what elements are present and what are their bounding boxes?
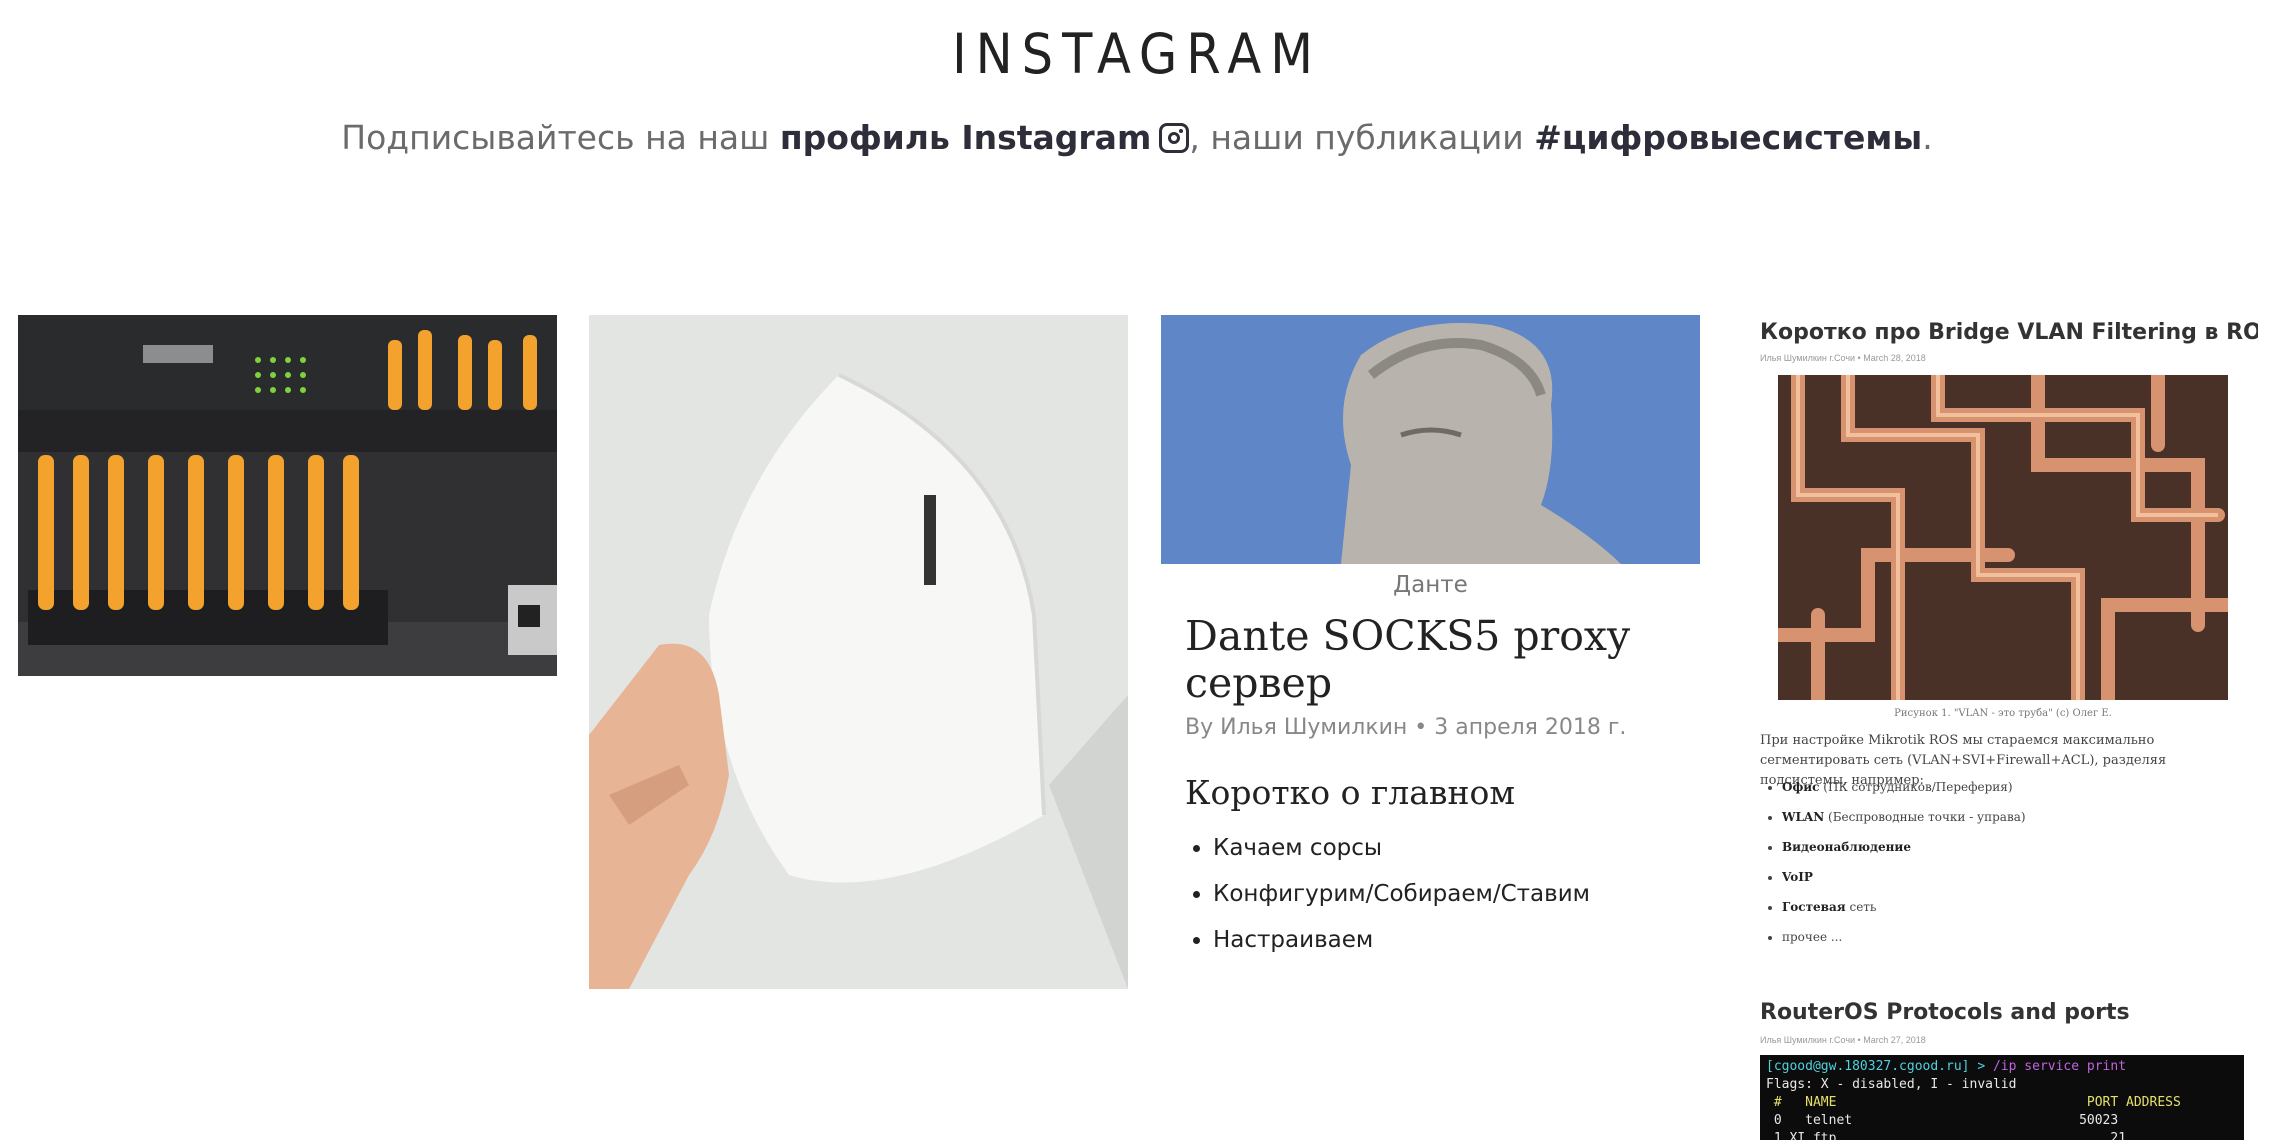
list-item: Настраиваем <box>1213 927 1590 973</box>
post-title: Dante SOCKS5 proxy сервер <box>1185 612 1631 707</box>
pipes-image <box>1771 368 2235 707</box>
list-item: Конфигурим/Собираем/Ставим <box>1213 881 1590 927</box>
instagram-profile-link[interactable]: профиль Instagram <box>780 118 1152 157</box>
access-point-photo <box>589 315 1128 989</box>
instagram-post-2[interactable] <box>589 315 1128 989</box>
list-item: WLAN (Беспроводные точки - управа) <box>1782 810 2026 840</box>
section-heading: INSTAGRAM <box>952 22 1322 86</box>
section-subtitle: Подписывайтесь на наш профиль Instagram,… <box>0 118 2274 157</box>
list-item: Офис (ПК сотрудников/Переферия) <box>1782 780 2026 810</box>
list-item: Видеонаблюдение <box>1782 840 2026 870</box>
article-meta: Илья Шумилкин г.Сочи • March 28, 2018 <box>1760 353 1926 363</box>
post-meta: Ву Илья Шумилкин • 3 апреля 2018 г. <box>1185 715 1627 740</box>
article-list: Офис (ПК сотрудников/Переферия) WLAN (Бе… <box>1760 780 2026 960</box>
post-section-heading: Коротко о главном <box>1185 773 1516 812</box>
list-item: Качаем сорсы <box>1213 835 1590 881</box>
figure-caption: Рисунок 1. "VLAN - это труба" (c) Олег Е… <box>1894 708 2112 719</box>
list-item: VoIP <box>1782 870 2026 900</box>
instagram-icon[interactable] <box>1151 118 1190 157</box>
list-item: прочее ... <box>1782 930 2026 960</box>
instagram-post-3[interactable]: Данте Dante SOCKS5 proxy сервер Ву Илья … <box>1161 315 1700 989</box>
hashtag-link[interactable]: #цифровыесистемы <box>1534 118 1922 157</box>
switch-photo <box>18 315 557 676</box>
instagram-post-4[interactable]: Коротко про Bridge VLAN Filtering в ROS … <box>1748 315 2258 1140</box>
image-caption: Данте <box>1393 572 1468 598</box>
article-title: RouterOS Protocols and ports <box>1760 1000 2130 1025</box>
article-title: Коротко про Bridge VLAN Filtering в ROS … <box>1760 320 2258 345</box>
list-item: Гостевая сеть <box>1782 900 2026 930</box>
article-meta: Илья Шумилкин г.Сочи • March 27, 2018 <box>1760 1035 1926 1045</box>
subtitle-text: , наши публикации <box>1189 118 1535 157</box>
subtitle-text: . <box>1922 118 1933 157</box>
terminal-screenshot: [cgood@gw.180327.cgood.ru] > /ip service… <box>1760 1055 2244 1140</box>
instagram-post-1[interactable] <box>18 315 557 676</box>
post-bullet-list: Качаем сорсы Конфигурим/Собираем/Ставим … <box>1185 835 1590 973</box>
statue-photo <box>1161 315 1700 564</box>
subtitle-text: Подписывайтесь на наш <box>341 118 780 157</box>
